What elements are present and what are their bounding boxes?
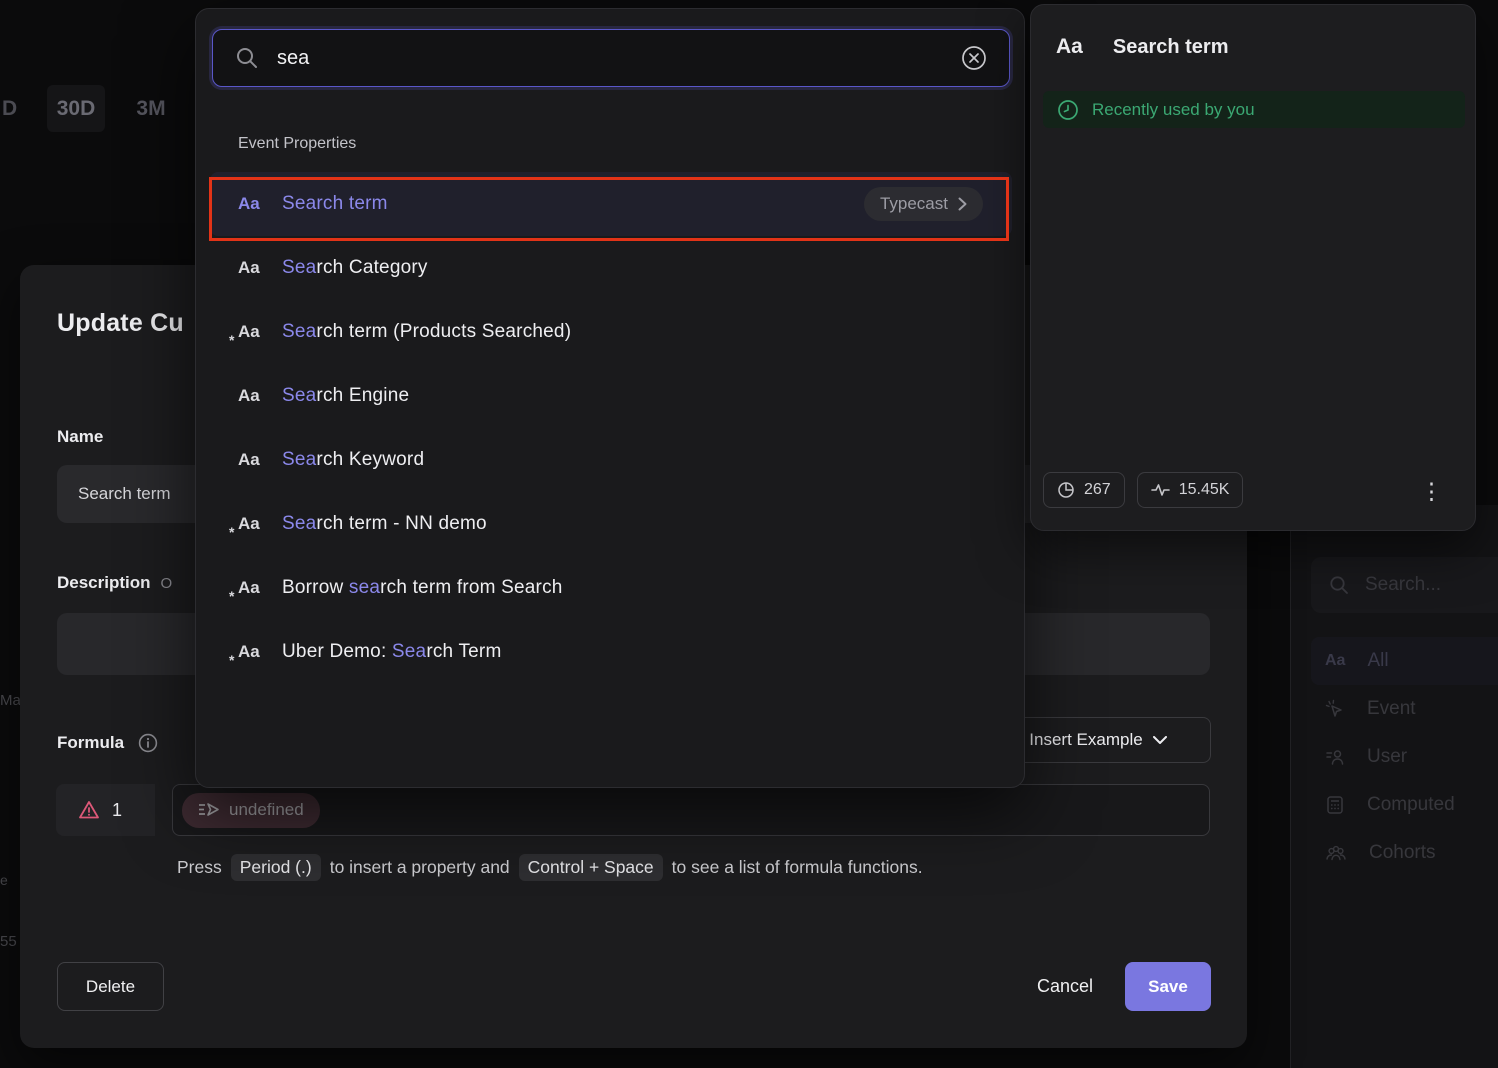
- property-search-box[interactable]: [212, 29, 1010, 87]
- insert-example-label: Insert Example: [1029, 730, 1142, 750]
- text-property-icon: Aa: [238, 386, 282, 406]
- event-cursor-icon: [1325, 699, 1345, 719]
- chevron-right-icon: [958, 197, 967, 211]
- property-item-search-term-nn-demo[interactable]: Aa* Search term - NN demo: [210, 492, 1012, 556]
- custom-text-property-icon: Aa*: [238, 322, 282, 342]
- name-label: Name: [57, 427, 103, 447]
- delete-button[interactable]: Delete: [57, 962, 164, 1011]
- modal-title: Update Cu: [57, 309, 184, 338]
- kbd-period: Period (.): [231, 854, 321, 881]
- custom-star-icon: *: [229, 332, 234, 348]
- formula-help-text: Press Period (.) to insert a property an…: [177, 854, 923, 881]
- text-type-icon: Aa: [1056, 35, 1083, 59]
- property-stats: 267 15.45K: [1043, 472, 1243, 508]
- sidebar-item-label: Cohorts: [1369, 842, 1436, 864]
- sidebar-item-label: Event: [1367, 698, 1416, 720]
- text-property-icon: Aa: [238, 450, 282, 470]
- typecast-label: Typecast: [880, 194, 948, 214]
- formula-input[interactable]: undefined: [172, 784, 1210, 836]
- custom-star-icon: *: [229, 524, 234, 540]
- text-property-icon: Aa: [238, 258, 282, 278]
- custom-star-icon: *: [229, 588, 234, 604]
- recently-used-label: Recently used by you: [1092, 100, 1255, 120]
- sidebar-item-label: All: [1367, 650, 1388, 672]
- distinct-count-pill[interactable]: 267: [1043, 472, 1125, 508]
- calculator-icon: [1325, 795, 1345, 815]
- property-item-search-term-products-searched[interactable]: Aa* Search term (Products Searched): [210, 300, 1012, 364]
- clear-search-icon[interactable]: [961, 45, 987, 71]
- property-search-input[interactable]: [275, 46, 945, 71]
- kbd-control-space: Control + Space: [519, 854, 663, 881]
- recently-used-badge: Recently used by you: [1043, 91, 1465, 128]
- time-range-3m[interactable]: 3M: [122, 85, 180, 132]
- property-item-borrow-search-term[interactable]: Aa* Borrow search term from Search: [210, 556, 1012, 620]
- search-icon: [1329, 575, 1349, 595]
- error-count: 1: [112, 800, 122, 821]
- property-item-search-engine[interactable]: Aa Search Engine: [210, 364, 1012, 428]
- formula-label: Formula: [57, 733, 124, 753]
- clock-icon: [1057, 99, 1079, 121]
- sidebar-search-input[interactable]: [1363, 573, 1483, 597]
- help-mid: to insert a property and: [330, 857, 510, 878]
- sidebar-item-user[interactable]: User: [1311, 733, 1498, 781]
- pie-chart-icon: [1057, 481, 1075, 499]
- custom-text-property-icon: Aa*: [238, 578, 282, 598]
- sidebar-item-all[interactable]: Aa All: [1311, 637, 1498, 685]
- save-button[interactable]: Save: [1125, 962, 1211, 1011]
- typecast-button[interactable]: Typecast: [864, 187, 983, 221]
- description-optional-fragment: O: [161, 575, 173, 592]
- cohorts-icon: [1325, 843, 1347, 863]
- property-results-list: Aa Search term Typecast Aa Search Catego…: [210, 172, 1012, 684]
- event-volume-pill[interactable]: 15.45K: [1137, 472, 1244, 508]
- event-volume-value: 15.45K: [1179, 481, 1230, 499]
- help-post: to see a list of formula functions.: [672, 857, 923, 878]
- sidebar-item-label: Computed: [1367, 794, 1455, 816]
- property-type-sidebar: Aa All Event User: [1290, 505, 1498, 1068]
- user-icon: [1325, 747, 1345, 767]
- property-item-search-term[interactable]: Aa Search term Typecast: [210, 172, 1012, 236]
- property-details-panel: Aa Search term Recently used by you 267 …: [1030, 4, 1476, 531]
- sidebar-item-label: User: [1367, 746, 1407, 768]
- text-type-icon: Aa: [1325, 652, 1345, 670]
- property-item-search-category[interactable]: Aa Search Category: [210, 236, 1012, 300]
- warning-icon: [78, 800, 100, 820]
- help-pre: Press: [177, 857, 222, 878]
- custom-property-icon: [198, 802, 220, 818]
- details-title: Search term: [1113, 36, 1229, 59]
- sidebar-search[interactable]: [1311, 557, 1498, 613]
- info-icon[interactable]: [138, 733, 158, 753]
- more-options-icon[interactable]: ⋮: [1420, 478, 1443, 504]
- search-icon: [235, 46, 259, 70]
- chart-axis-value-fragment: 55: [0, 933, 17, 950]
- sidebar-filter-list: Aa All Event User: [1311, 637, 1498, 877]
- custom-text-property-icon: Aa*: [238, 642, 282, 662]
- undefined-chip[interactable]: undefined: [182, 793, 320, 828]
- chart-label-fragment: e: [0, 872, 8, 888]
- cancel-button[interactable]: Cancel: [1037, 976, 1093, 997]
- chevron-down-icon: [1153, 736, 1167, 745]
- sidebar-item-event[interactable]: Event: [1311, 685, 1498, 733]
- pulse-icon: [1151, 482, 1170, 498]
- text-property-icon: Aa: [238, 194, 282, 214]
- property-search-dropdown: Event Properties Aa Search term Typecast…: [195, 8, 1025, 788]
- sidebar-item-computed[interactable]: Computed: [1311, 781, 1498, 829]
- time-range-7d-fragment[interactable]: D: [2, 97, 17, 121]
- undefined-chip-label: undefined: [229, 800, 304, 820]
- time-range-30d[interactable]: 30D: [47, 85, 105, 132]
- custom-star-icon: *: [229, 652, 234, 668]
- section-label-event-properties: Event Properties: [238, 135, 356, 153]
- sidebar-item-cohorts[interactable]: Cohorts: [1311, 829, 1498, 877]
- distinct-count-value: 267: [1084, 481, 1111, 499]
- custom-text-property-icon: Aa*: [238, 514, 282, 534]
- property-item-uber-demo-search-term[interactable]: Aa* Uber Demo: Search Term: [210, 620, 1012, 684]
- formula-error-gutter: 1: [56, 784, 155, 836]
- property-item-search-keyword[interactable]: Aa Search Keyword: [210, 428, 1012, 492]
- description-label: Description: [57, 573, 151, 593]
